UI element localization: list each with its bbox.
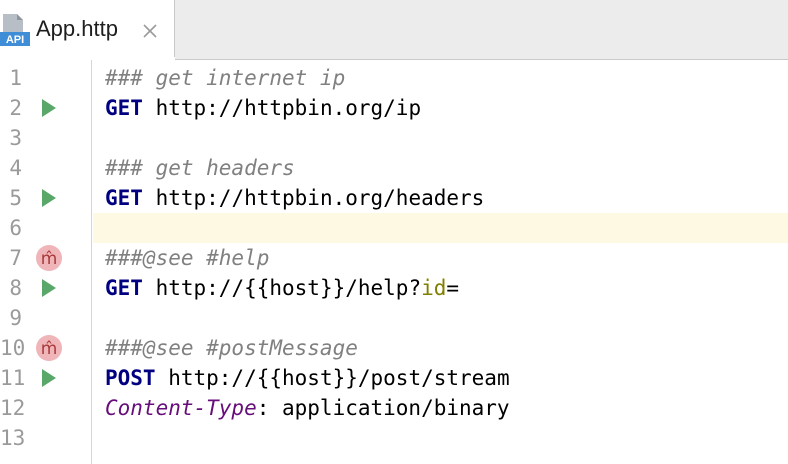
line-number: 9 xyxy=(9,306,22,330)
code-line[interactable]: 3 xyxy=(0,123,788,153)
code-line[interactable]: 12 Content-Type: application/binary xyxy=(0,393,788,423)
tab-bar: API App.http xyxy=(0,0,788,60)
line-number: 12 xyxy=(0,396,26,420)
code-line[interactable]: 4 ### get headers xyxy=(0,153,788,183)
close-icon[interactable] xyxy=(141,22,159,40)
token-url: : application/binary xyxy=(256,396,510,420)
run-icon[interactable] xyxy=(36,365,62,391)
line-number: 4 xyxy=(9,156,22,180)
line-number: 13 xyxy=(0,426,26,450)
code-text: Content-Type: application/binary xyxy=(105,393,510,423)
token-comment: ### get headers xyxy=(105,156,295,180)
line-number: 5 xyxy=(9,186,22,210)
line-number: 8 xyxy=(9,276,22,300)
token-comment: ###@see #postMessage xyxy=(105,336,358,360)
code-line[interactable]: 1 ### get internet ip xyxy=(0,63,788,93)
line-number: 11 xyxy=(0,366,26,390)
token-param: id xyxy=(421,276,447,300)
method-icon-glyph: m̂ xyxy=(41,249,58,269)
tab-app-http[interactable]: API App.http xyxy=(0,0,175,60)
code-line[interactable]: 2 GET http://httpbin.org/ip xyxy=(0,93,788,123)
token-url: http://httpbin.org/headers xyxy=(142,186,485,210)
token-comment: ###@see #help xyxy=(105,246,270,270)
code-line[interactable]: 5 GET http://httpbin.org/headers xyxy=(0,183,788,213)
token-url: http://{{host}}/help? xyxy=(142,276,422,300)
line-number: 7 xyxy=(9,246,22,270)
code-text: POST http://{{host}}/post/stream xyxy=(105,363,510,393)
line-number: 10 xyxy=(0,336,26,360)
code-line[interactable]: 10 m̂ ###@see #postMessage xyxy=(0,333,788,363)
token-comment: ### get internet ip xyxy=(105,66,346,90)
token-url: http://httpbin.org/ip xyxy=(142,96,422,120)
run-icon[interactable] xyxy=(36,185,62,211)
code-text: GET http://httpbin.org/ip xyxy=(105,93,421,123)
token-method: GET xyxy=(105,96,143,120)
line-number: 3 xyxy=(9,126,22,150)
token-header-name: Content-Type xyxy=(105,396,257,420)
line-number: 2 xyxy=(9,96,22,120)
method-icon[interactable]: m̂ xyxy=(36,245,62,271)
method-icon-glyph: m̂ xyxy=(41,339,58,359)
tab-title: App.http xyxy=(36,16,118,41)
method-icon[interactable]: m̂ xyxy=(36,335,62,361)
token-method: POST xyxy=(105,366,156,390)
run-icon[interactable] xyxy=(36,275,62,301)
code-line[interactable]: 11 POST http://{{host}}/post/stream xyxy=(0,363,788,393)
token-url: http://{{host}}/post/stream xyxy=(155,366,510,390)
code-editor[interactable]: 1 ### get internet ip 2 GET http://httpbin.… xyxy=(0,60,788,464)
editor-window: API App.http 1 ### get internet ip 2 GET ht… xyxy=(0,0,788,464)
code-text: ### get headers xyxy=(105,153,295,183)
code-line[interactable]: 6 xyxy=(0,213,788,243)
code-line[interactable]: 9 xyxy=(0,303,788,333)
code-text: GET http://httpbin.org/headers xyxy=(105,183,484,213)
token-method: GET xyxy=(105,276,143,300)
code-text: ###@see #help xyxy=(105,243,269,273)
code-line[interactable]: 13 xyxy=(0,423,788,453)
line-number: 1 xyxy=(9,66,22,90)
line-number: 6 xyxy=(9,216,22,240)
code-line[interactable]: 8 GET http://{{host}}/help?id= xyxy=(0,273,788,303)
code-text: ### get internet ip xyxy=(105,63,345,93)
http-file-icon-label: API xyxy=(6,34,24,46)
code-text: ###@see #postMessage xyxy=(105,333,358,363)
run-icon[interactable] xyxy=(36,95,62,121)
code-line[interactable]: 7 m̂ ###@see #help xyxy=(0,243,788,273)
http-file-icon: API xyxy=(0,14,30,46)
token-url: = xyxy=(446,276,460,300)
code-text: GET http://{{host}}/help?id= xyxy=(105,273,459,303)
token-method: GET xyxy=(105,186,143,210)
